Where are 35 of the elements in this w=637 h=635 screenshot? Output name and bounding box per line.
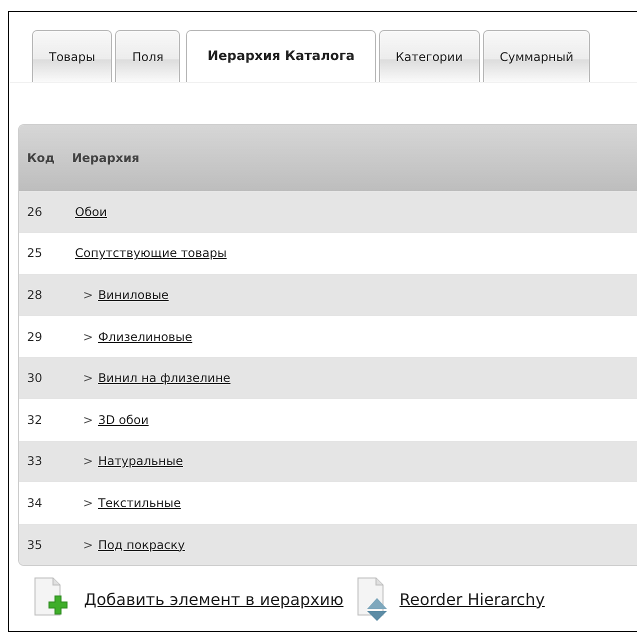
child-marker: > — [83, 330, 94, 344]
add-item-link[interactable]: Добавить элемент в иерархию — [84, 590, 344, 609]
hierarchy-link[interactable]: 3D обои — [98, 412, 149, 427]
child-marker: > — [83, 371, 94, 386]
code-cell-text: 33 — [26, 454, 44, 468]
code-cell-text: 28 — [26, 288, 44, 302]
child-marker: > — [83, 288, 94, 302]
hierarchy-link[interactable]: Виниловые — [98, 288, 169, 302]
code-cell-text: 29 — [26, 330, 44, 344]
hierarchy-link[interactable]: Винил на флизелине — [98, 371, 230, 386]
tab[interactable]: Суммарный — [482, 30, 590, 82]
code-cell-text: 25 — [26, 246, 44, 260]
code-cell-text: 35 — [26, 538, 44, 552]
tab[interactable]: Поля — [115, 30, 180, 82]
hierarchy-link[interactable]: Сопутствующие товары — [75, 246, 227, 260]
hierarchy-link[interactable]: Текстильные — [98, 496, 181, 510]
child-marker: > — [83, 496, 94, 510]
reorder-link[interactable]: Reorder Hierarchy — [399, 590, 545, 609]
tab[interactable]: Товары — [32, 30, 112, 82]
child-marker: > — [83, 412, 94, 427]
code-cell-text: 26 — [26, 204, 44, 219]
code-cell-text: 34 — [26, 496, 44, 510]
hierarchy-link[interactable]: Натуральные — [98, 454, 183, 468]
tab[interactable]: Иерархия Каталога — [186, 30, 376, 82]
column-header: Иерархия — [71, 151, 140, 165]
child-marker: > — [83, 454, 94, 468]
code-cell-text: 32 — [26, 412, 44, 427]
child-marker: > — [83, 538, 94, 552]
reorder-document-icon — [355, 576, 390, 622]
hierarchy-link[interactable]: Флизелиновые — [98, 330, 192, 344]
column-header: Код — [26, 151, 56, 165]
hierarchy-link[interactable]: Обои — [75, 204, 107, 219]
code-cell-text: 30 — [26, 371, 44, 386]
hierarchy-link[interactable]: Под покраску — [98, 538, 185, 552]
tab[interactable]: Категории — [378, 30, 480, 82]
